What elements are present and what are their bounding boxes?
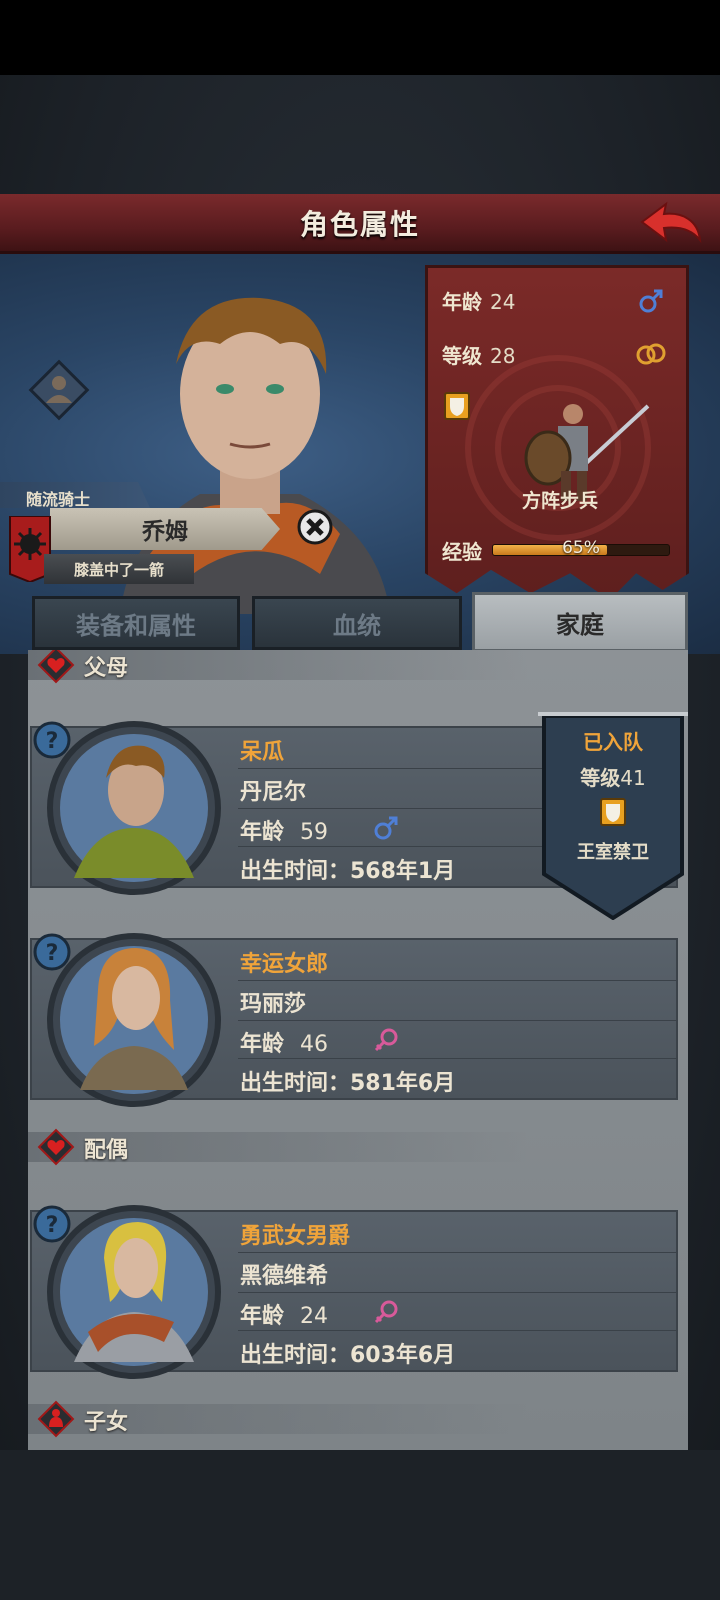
- svg-text:?: ?: [46, 729, 59, 754]
- heart-icon: [37, 650, 75, 684]
- female-icon: [374, 1028, 398, 1052]
- family-member-card[interactable]: ? 勇武女男爵 黑德维希 年龄 24 出生时间：603年6月: [28, 1205, 680, 1379]
- exp-bar: 65%: [492, 538, 670, 558]
- tab-family[interactable]: 家庭: [472, 592, 688, 652]
- member-name: 玛丽莎: [240, 992, 307, 1017]
- male-icon: [639, 289, 663, 313]
- title-bar: 角色属性: [0, 194, 720, 254]
- close-icon[interactable]: [296, 508, 334, 546]
- section-label: 配偶: [84, 1138, 129, 1163]
- class-label: 随流骑士: [0, 482, 150, 508]
- member-name: 黑德维希: [240, 1264, 329, 1289]
- question-icon[interactable]: ?: [32, 932, 72, 972]
- recruit-status: 已入队: [583, 730, 643, 754]
- age-label: 年龄: [240, 820, 285, 845]
- female-icon: [374, 1300, 398, 1324]
- bottom-area: [0, 1450, 720, 1600]
- svg-text:?: ?: [46, 1213, 59, 1238]
- member-age-row: 年龄 59: [240, 814, 328, 846]
- recruited-flag[interactable]: 已入队 等级41 王室禁卫: [538, 708, 688, 920]
- recruit-level-label: 等级: [580, 766, 621, 790]
- section-label: 父母: [84, 656, 129, 681]
- recruit-level: 等级41: [538, 762, 688, 791]
- member-birth-date: 出生时间：581年6月: [240, 1071, 456, 1096]
- member-title: 幸运女郎: [240, 952, 329, 977]
- class-diamond-icon[interactable]: [28, 359, 90, 421]
- section-label: 子女: [84, 1410, 129, 1435]
- age-row: 年龄 24: [442, 286, 515, 315]
- age-value: 24: [490, 290, 516, 314]
- member-title: 呆瓜: [240, 740, 285, 765]
- exp-label: 经验: [442, 540, 482, 564]
- trait-label[interactable]: 膝盖中了一箭: [44, 554, 194, 584]
- back-arrow-icon[interactable]: [638, 200, 704, 248]
- shield-badge-icon[interactable]: [444, 392, 470, 420]
- question-icon[interactable]: ?: [32, 1204, 72, 1244]
- member-age-row: 年龄 46: [240, 1026, 328, 1058]
- age-label: 年龄: [442, 290, 482, 314]
- section-spouse: 配偶: [28, 1126, 688, 1166]
- tab-bar: 装备和属性 血统 家庭: [28, 592, 688, 652]
- family-member-card[interactable]: ? 幸运女郎 玛丽莎 年龄 46 出生时间：581年6月: [28, 933, 680, 1107]
- member-birth-date: 出生时间：568年1月: [240, 859, 456, 884]
- wedding-rings-icon: [636, 343, 666, 365]
- tab-bloodline[interactable]: 血统: [252, 596, 462, 650]
- recruit-unit: 王室禁卫: [577, 842, 649, 863]
- question-icon[interactable]: ?: [32, 720, 72, 760]
- character-name[interactable]: 乔姆: [50, 508, 280, 550]
- member-age-row: 年龄 24: [240, 1298, 328, 1330]
- shield-badge-icon: [600, 798, 626, 826]
- age-value: 59: [300, 820, 329, 845]
- level-label: 等级: [442, 344, 482, 368]
- page-title: 角色属性: [299, 207, 420, 241]
- member-birth-date: 出生时间：603年6月: [240, 1343, 456, 1368]
- unit-name: 方阵步兵: [521, 490, 598, 512]
- age-label: 年龄: [240, 1032, 285, 1057]
- level-value: 28: [490, 344, 516, 368]
- section-children: 子女: [28, 1398, 688, 1438]
- member-name: 丹尼尔: [240, 780, 307, 805]
- level-row: 等级 28: [442, 340, 515, 369]
- stats-banner: 年龄 24 等级 28 方阵步兵 经验 65%: [425, 265, 689, 600]
- svg-text:?: ?: [46, 941, 59, 966]
- age-label: 年龄: [240, 1304, 285, 1329]
- member-title: 勇武女男爵: [240, 1224, 351, 1249]
- section-parents: 父母: [28, 650, 688, 684]
- family-panel: 父母 ? 呆瓜 丹尼尔 年龄 59 出生时间：568年1月 ? 幸运女郎 玛丽莎…: [28, 650, 688, 1450]
- age-value: 24: [300, 1304, 329, 1329]
- recruit-level-value: 41: [620, 766, 646, 790]
- male-icon: [374, 816, 398, 840]
- tab-equipment[interactable]: 装备和属性: [32, 596, 240, 650]
- child-icon: [37, 1400, 75, 1438]
- heart-icon: [37, 1128, 75, 1166]
- age-value: 46: [300, 1032, 329, 1057]
- exp-percent: 65%: [562, 538, 600, 558]
- status-bar: [0, 0, 720, 75]
